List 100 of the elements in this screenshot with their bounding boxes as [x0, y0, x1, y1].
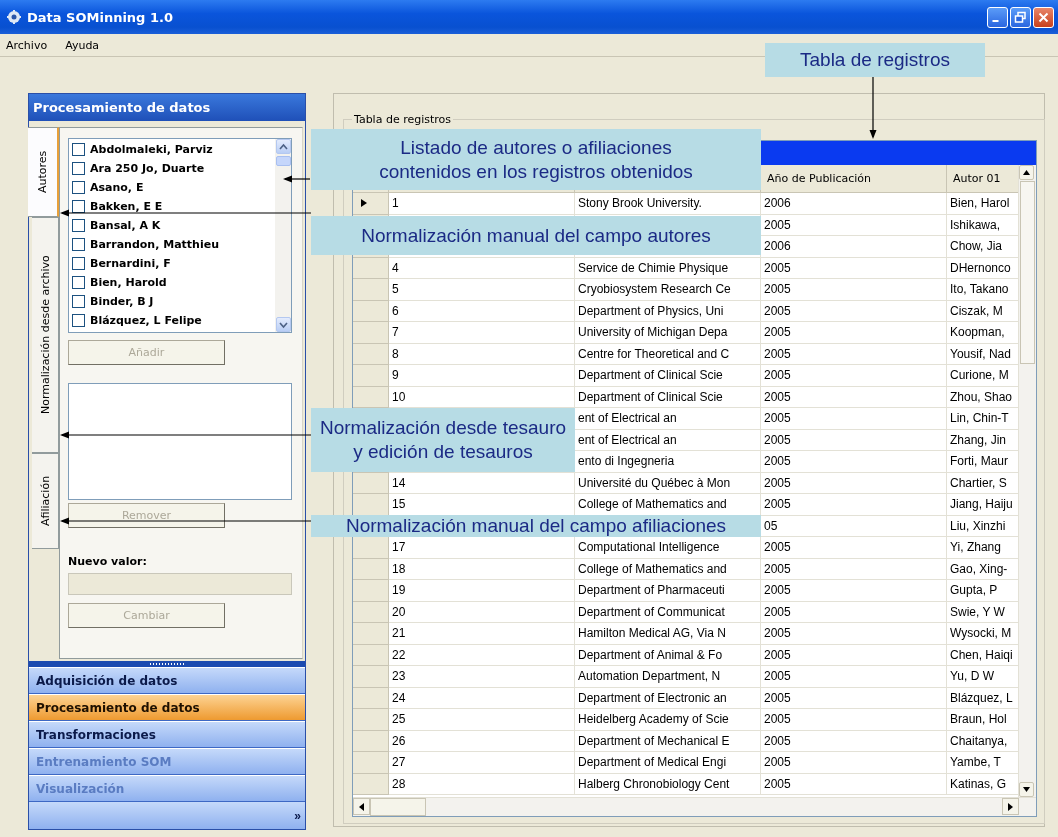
- minimize-icon: [992, 20, 999, 22]
- nav-button[interactable]: Procesamiento de datos: [29, 694, 305, 722]
- callout-label: Listado de autores o afiliaciones contenidos en los registros obtenidos: [311, 129, 761, 190]
- table-cell: ent of Electrical an: [578, 411, 677, 426]
- scroll-right-button[interactable]: [1002, 798, 1019, 815]
- pointer-arrow: [283, 175, 310, 183]
- table-cell: 2005: [764, 583, 791, 598]
- table-cell: Jiang, Haiju: [950, 497, 1013, 512]
- table-cell: Swie, Y W: [950, 604, 1005, 619]
- table-cell: 2005: [764, 303, 791, 318]
- close-button[interactable]: [1033, 6, 1054, 28]
- app-icon: [6, 9, 22, 25]
- table-cell: 2006: [764, 196, 791, 211]
- vertical-tab[interactable]: Normalización desde archivo: [32, 216, 59, 453]
- row-header[interactable]: [353, 193, 389, 215]
- table-cell: 2005: [764, 368, 791, 383]
- nav-button[interactable]: Adquisición de datos: [29, 667, 305, 695]
- menu-item[interactable]: Ayuda: [63, 37, 102, 53]
- vertical-tab[interactable]: Afiliación: [32, 452, 59, 549]
- scroll-left-button[interactable]: [353, 798, 370, 815]
- scroll-thumb[interactable]: [1020, 181, 1035, 364]
- table-cell: Automation Department, N: [578, 669, 721, 684]
- table-cell: College of Mathematics and: [578, 497, 727, 512]
- table-cell: 15: [392, 497, 406, 512]
- list-item-label[interactable]: Blázquez, L Felipe: [90, 313, 202, 327]
- scroll-up-button[interactable]: [1019, 165, 1035, 180]
- table-cell: 2005: [764, 454, 791, 469]
- table-cell: 5: [392, 282, 399, 297]
- table-cell: 28: [392, 776, 406, 791]
- list-item-label[interactable]: Bansal, A K: [90, 218, 161, 232]
- table-cell: Yousif, Nad: [950, 346, 1011, 361]
- table-cell: Stony Brook University.: [578, 196, 702, 211]
- triangle-down-icon: [1022, 785, 1032, 794]
- minimize-button[interactable]: [987, 6, 1008, 28]
- table-cell: 21: [392, 626, 406, 641]
- checkbox[interactable]: [72, 161, 85, 175]
- table-cell: 25: [392, 712, 406, 727]
- table-cell: Zhou, Shao: [950, 389, 1013, 404]
- checkbox[interactable]: [72, 275, 85, 289]
- table-cell: Ciszak, M: [950, 303, 1003, 318]
- table-cell: 10: [392, 389, 406, 404]
- window-title: Data SOMinning 1.0: [27, 9, 174, 25]
- list-item-label[interactable]: Abdolmaleki, Parviz: [90, 142, 213, 156]
- table-cell: 2005: [764, 325, 791, 340]
- table-cell: 2005: [764, 669, 791, 684]
- list-item-label[interactable]: Asano, E: [90, 180, 144, 194]
- column-header[interactable]: Autor 01: [947, 165, 1019, 193]
- table-cell: Cryobiosystem Research Ce: [578, 282, 731, 297]
- table-cell: 05: [764, 518, 778, 533]
- table-cell: 1: [392, 196, 399, 211]
- table-cell: Department of Clinical Scie: [578, 389, 723, 404]
- checkbox[interactable]: [72, 313, 85, 327]
- more-button[interactable]: »: [29, 802, 305, 830]
- nav-button[interactable]: Transformaciones: [29, 721, 305, 749]
- table-cell: 9: [392, 368, 399, 383]
- table-cell: Department of Electronic an: [578, 690, 727, 705]
- table-cell: 14: [392, 475, 406, 490]
- table-cell: Department of Pharmaceuti: [578, 583, 725, 598]
- checkbox[interactable]: [72, 199, 85, 213]
- scroll-thumb[interactable]: [275, 155, 291, 166]
- selection-list[interactable]: [68, 382, 292, 500]
- column-header[interactable]: Año de Publicación: [761, 165, 947, 193]
- checkbox[interactable]: [72, 218, 85, 232]
- table-cell: ent of Electrical an: [578, 432, 677, 447]
- checkbox[interactable]: [72, 237, 85, 251]
- table-cell: Department of Communicat: [578, 604, 725, 619]
- checkbox[interactable]: [72, 256, 85, 270]
- list-item-label[interactable]: Binder, B J: [90, 294, 154, 308]
- pointer-arrow: [869, 77, 877, 139]
- group-legend: Tabla de registros: [352, 113, 454, 126]
- table-cell: Chartier, S: [950, 475, 1007, 490]
- table-cell: Zhang, Jin: [950, 432, 1007, 447]
- table-cell: 2005: [764, 776, 791, 791]
- vertical-tab[interactable]: Autores: [28, 126, 59, 217]
- table-cell: Yi, Zhang: [950, 540, 1001, 555]
- checkbox[interactable]: [72, 142, 85, 156]
- menu-item[interactable]: Archivo: [4, 37, 50, 53]
- scroll-down-button[interactable]: [1019, 782, 1035, 797]
- scroll-thumb[interactable]: [370, 798, 426, 816]
- list-item-label[interactable]: Bernardini, F: [90, 256, 171, 270]
- table-cell: Chen, Haiqi: [950, 647, 1013, 662]
- table-cell: Department of Mechanical E: [578, 733, 730, 748]
- table-cell: 2005: [764, 755, 791, 770]
- checkbox[interactable]: [72, 180, 85, 194]
- table-cell: 2005: [764, 475, 791, 490]
- table-cell: 2005: [764, 540, 791, 555]
- table-cell: Yu, D W: [950, 669, 994, 684]
- caret-up-icon: [278, 141, 288, 151]
- restore-button[interactable]: [1010, 6, 1031, 28]
- checkbox[interactable]: [72, 294, 85, 308]
- table-cell: Gupta, P: [950, 583, 998, 598]
- list-item-label[interactable]: Ara 250 Jo, Duarte: [90, 161, 205, 175]
- table-cell: Heidelberg Academy of Scie: [578, 712, 729, 727]
- list-item-label[interactable]: Barrandon, Matthieu: [90, 237, 219, 251]
- list-item-label[interactable]: Bien, Harold: [90, 275, 167, 289]
- splitter-handle[interactable]: [29, 661, 305, 668]
- table-cell: 2005: [764, 712, 791, 727]
- table-cell: Gao, Xing-: [950, 561, 1008, 576]
- table-cell: Wysocki, M: [950, 626, 1012, 641]
- list-item-label[interactable]: Bakken, E E: [90, 199, 163, 213]
